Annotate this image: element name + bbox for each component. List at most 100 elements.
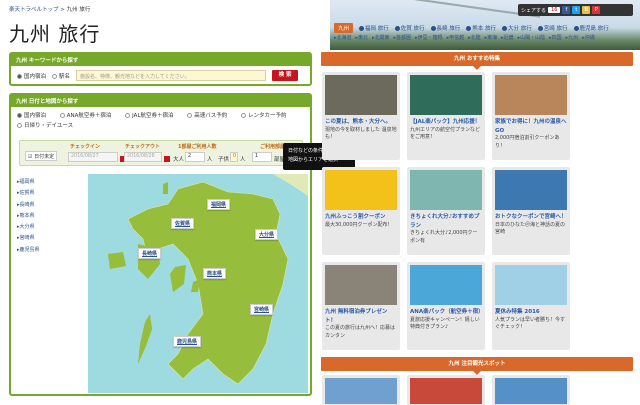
- page-title: 九州 旅行: [9, 22, 101, 46]
- region-link[interactable]: ▸九州: [566, 34, 579, 41]
- guests-label: 1部屋ご利用人数: [178, 144, 217, 150]
- option-dayuse[interactable]: 日帰り・デイユース: [17, 123, 79, 129]
- map-label-miyazaki[interactable]: 宮崎県: [250, 304, 274, 315]
- card-image: [495, 170, 567, 210]
- map-label-oita[interactable]: 大分県: [255, 229, 279, 240]
- map-label-fukuoka[interactable]: 福岡県: [207, 199, 231, 210]
- prefecture-list-link[interactable]: ▸大分県: [17, 222, 40, 233]
- region-link[interactable]: ▸近畿: [501, 34, 514, 41]
- pocket-icon[interactable]: P: [592, 6, 601, 14]
- prefecture-link[interactable]: 鹿児島 旅行: [573, 24, 609, 32]
- keyword-input[interactable]: 施設名、特徴、観光地などを入力してください。: [76, 70, 267, 81]
- region-link[interactable]: ▸沖縄: [582, 34, 595, 41]
- region-link[interactable]: ▸北関東: [372, 34, 390, 41]
- region-link[interactable]: ▸山陽・山陰: [518, 34, 546, 41]
- search-button[interactable]: 検 索: [272, 70, 299, 81]
- prefecture-link[interactable]: 宮崎 旅行: [537, 24, 568, 32]
- recommend-card[interactable]: ANA楽パック（航空券＋宿） 夏旅応援キャンペーン！嬉しい特典付きプラン♪: [407, 262, 485, 350]
- share-button[interactable]: シェアする: [521, 7, 546, 14]
- card-description: この夏の旅行は九州へ！応募はカンタン: [325, 325, 396, 339]
- calendar-icon[interactable]: [164, 156, 170, 162]
- children-input[interactable]: 0: [230, 152, 238, 162]
- date-undecided-checkbox[interactable]: ☑ 日付未定: [25, 151, 58, 161]
- checkin-input[interactable]: 2016/08/27: [68, 152, 118, 162]
- region-link[interactable]: ▸北海道: [334, 34, 352, 41]
- share-count: 16: [548, 7, 561, 13]
- adults-select[interactable]: 2: [185, 152, 205, 162]
- option-jal[interactable]: JAL航空券＋宿泊: [125, 113, 179, 119]
- recommend-card[interactable]: 夏休み特集 2016 人気プランは早い者勝ち！今すぐチェック！: [492, 262, 570, 350]
- card-title: おトクなクーポンで宮崎へ！: [495, 214, 567, 220]
- card-description: 日本のひなた＠海と神話の夏の宮崎: [495, 221, 566, 236]
- prefecture-link[interactable]: 熊本 旅行: [466, 24, 496, 32]
- map-label-saga[interactable]: 佐賀県: [171, 218, 195, 229]
- region-link[interactable]: ▸伊豆・箱根: [415, 34, 443, 41]
- radio-station[interactable]: 駅名: [52, 72, 70, 80]
- card-image: [325, 75, 397, 115]
- spots-banner: 九州 注目観光スポット: [321, 357, 633, 375]
- recommend-card[interactable]: 家族でお得に！九州の温泉へGO 2,000円宿泊割引クーポンあり！: [492, 72, 570, 160]
- card-title: 九州ふっこう割クーポン: [325, 214, 386, 220]
- card-title: きちょくれ大分♪おすすめプラン: [410, 214, 480, 229]
- prefecture-link[interactable]: 佐賀 旅行: [394, 24, 425, 32]
- map-label-nagasaki[interactable]: 長崎県: [138, 248, 162, 259]
- region-link[interactable]: ▸東海: [485, 34, 498, 41]
- recommend-card[interactable]: この夏は、熊本・大分へ。 現地の今を取材しました 温泉地も！: [322, 72, 400, 160]
- prefecture-list-link[interactable]: ▸鹿児島県: [17, 245, 40, 256]
- prefecture-nav: 九州 福岡 旅行 佐賀 旅行 長崎 旅行 熊本 旅行 大分 旅行 宮崎 旅行 鹿…: [334, 23, 609, 33]
- prefecture-list-link[interactable]: ▸熊本県: [17, 211, 40, 222]
- card-description: 現地の今を取材しました 温泉地も！: [325, 126, 397, 141]
- keyword-search-panel: 九州 キーワードから探す 国内宿泊 駅名 施設名、特徴、観光地などを入力してくだ…: [9, 52, 312, 86]
- kyushu-map[interactable]: 福岡県 佐賀県 長崎県 熊本県 大分県 宮崎県 鹿児島県: [88, 174, 308, 393]
- card-title: 夏休み特集 2016: [495, 309, 540, 315]
- prefecture-list-link[interactable]: ▸長崎県: [17, 200, 40, 211]
- checkin-label: チェックイン: [70, 144, 101, 150]
- prefecture-list-link[interactable]: ▸佐賀県: [17, 188, 40, 199]
- kyushu-map-shape: [108, 174, 308, 385]
- card-description: 最大30,000円クーポン配布！: [325, 221, 393, 228]
- prefecture-link[interactable]: 長崎 旅行: [430, 24, 460, 32]
- breadcrumb-home-link[interactable]: 楽天トラベルトップ: [9, 7, 59, 13]
- option-ana[interactable]: ANA航空券＋宿泊: [59, 113, 118, 119]
- region-link[interactable]: ▸四国: [549, 34, 562, 41]
- prefecture-link[interactable]: 福岡 旅行: [359, 24, 389, 32]
- recommend-card[interactable]: きちょくれ大分♪おすすめプラン きちょくれ大分♪2,000円クーポン有: [407, 167, 485, 255]
- prefecture-list-link[interactable]: ▸宮崎県: [17, 233, 40, 244]
- radio-lodging[interactable]: 国内宿泊: [17, 72, 46, 80]
- card-description: 人気プランは早い者勝ち！今すぐチェック！: [495, 316, 566, 331]
- prefecture-list-link[interactable]: ▸福岡県: [17, 177, 40, 188]
- region-link[interactable]: ▸甲信越: [447, 34, 465, 41]
- recommend-banner: 九州 おすすめ特集: [321, 52, 633, 70]
- prefecture-list: ▸福岡県 ▸佐賀県 ▸長崎県 ▸熊本県 ▸大分県 ▸宮崎県 ▸鹿児島県: [17, 177, 40, 256]
- twitter-icon[interactable]: t: [572, 6, 581, 14]
- recommend-card[interactable]: 九州 無料宿泊券プレゼント！ この夏の旅行は九州へ！応募はカンタン: [322, 262, 400, 350]
- share-bar: シェアする 16 f t B P: [518, 4, 633, 16]
- option-rentacar[interactable]: レンタカー予約: [241, 113, 293, 119]
- region-link[interactable]: ▸首都圏: [394, 34, 412, 41]
- recommend-card[interactable]: おトクなクーポンで宮崎へ！ 日本のひなた＠海と神話の夏の宮崎: [492, 167, 570, 255]
- prefecture-link[interactable]: 大分 旅行: [502, 24, 532, 32]
- breadcrumb-separator: >: [60, 7, 65, 13]
- card-description: 九州エリアの航空付プランなどをご用意！: [410, 126, 481, 141]
- map-label-kumamoto[interactable]: 熊本県: [203, 268, 227, 279]
- region-nav: ▸北海道 ▸東北 ▸北関東 ▸首都圏 ▸伊豆・箱根 ▸甲信越 ▸北陸 ▸東海 ▸近畿 ▸山陽・山陰…: [334, 34, 595, 41]
- region-link[interactable]: ▸北陸: [468, 34, 481, 41]
- region-link[interactable]: ▸東北: [356, 34, 369, 41]
- rooms-select[interactable]: 1: [252, 152, 272, 162]
- recommend-card[interactable]: 【JAL楽パック】九州応援！ 九州エリアの航空付プランなどをご用意！: [407, 72, 485, 160]
- facebook-icon[interactable]: f: [562, 6, 571, 14]
- card-image: [495, 75, 567, 115]
- keyword-search-title: 九州 キーワードから探す: [11, 54, 310, 66]
- recommend-card[interactable]: 九州ふっこう割クーポン 最大30,000円クーポン配布！: [322, 167, 400, 255]
- card-title: 九州 無料宿泊券プレゼント！: [325, 309, 388, 324]
- option-bus[interactable]: 高速バス予約: [187, 113, 233, 119]
- map-label-kagoshima[interactable]: 鹿児島県: [173, 336, 202, 347]
- bookmark-icon[interactable]: B: [582, 6, 591, 14]
- checkout-input[interactable]: 2016/08/28: [124, 152, 162, 162]
- map-search-title: 九州 日付と地図から探す: [11, 95, 310, 107]
- prefecture-tab-kyushu[interactable]: 九州: [334, 23, 354, 33]
- children-label: 子供: [218, 157, 230, 163]
- card-title: この夏は、熊本・大分へ。: [325, 119, 392, 125]
- card-title: 【JAL楽パック】九州応援！: [410, 119, 481, 125]
- option-lodging[interactable]: 国内宿泊: [17, 113, 52, 119]
